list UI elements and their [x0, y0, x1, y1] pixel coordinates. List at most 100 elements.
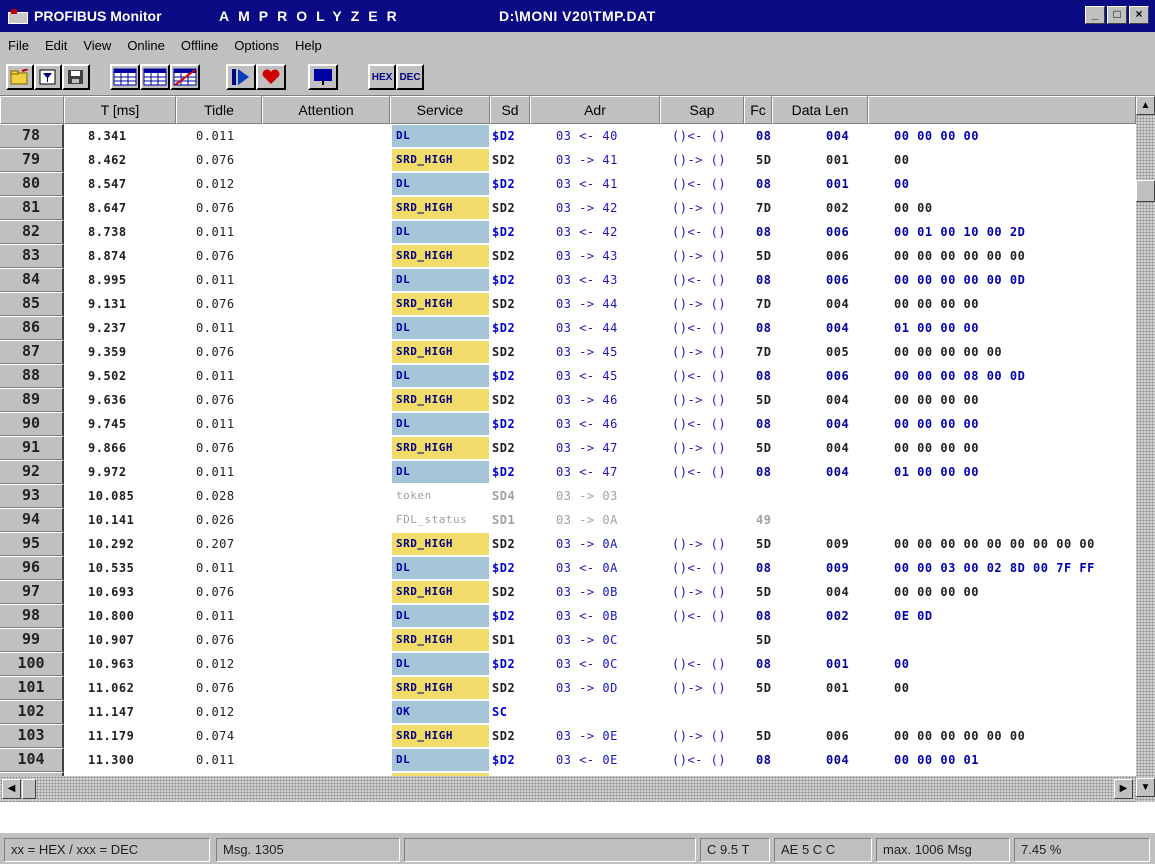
- header-tidle[interactable]: Tidle: [176, 96, 262, 124]
- cell-fc: 5D: [756, 729, 772, 743]
- row-number[interactable]: 90: [0, 412, 64, 436]
- filter-button[interactable]: [34, 64, 62, 90]
- table-clear-button[interactable]: [170, 64, 200, 90]
- table-row[interactable]: 96 10.535 0.011 DL $D2 03 <- 0A ()<- () 08 009 00…: [0, 556, 1136, 580]
- table-filter-button[interactable]: [140, 64, 170, 90]
- row-number[interactable]: 79: [0, 148, 64, 172]
- row-number[interactable]: 99: [0, 628, 64, 652]
- row-number[interactable]: 88: [0, 364, 64, 388]
- maximize-button[interactable]: □: [1107, 6, 1127, 24]
- table-row[interactable]: 78 8.341 0.011 DL $D2 03 <- 40 ()<- () 08 004 00 …: [0, 124, 1136, 148]
- scroll-up-button[interactable]: ▲: [1136, 96, 1155, 115]
- cell-data-len: 005: [826, 345, 850, 359]
- table-row[interactable]: 84 8.995 0.011 DL $D2 03 <- 43 ()<- () 08 006 00 …: [0, 268, 1136, 292]
- horizontal-scrollbar[interactable]: ◀ ▶: [0, 776, 1136, 802]
- play-button[interactable]: [226, 64, 256, 90]
- row-number[interactable]: 97: [0, 580, 64, 604]
- table-row[interactable]: 98 10.800 0.011 DL $D2 03 <- 0B ()<- () 08 002 0E…: [0, 604, 1136, 628]
- menu-view[interactable]: View: [83, 38, 111, 53]
- table-row[interactable]: 83 8.874 0.076 SRD_HIGH SD2 03 -> 43 ()-> () 5D…: [0, 244, 1136, 268]
- table-row[interactable]: 93 10.085 0.028 token SD4 03 -> 03: [0, 484, 1136, 508]
- row-number[interactable]: 86: [0, 316, 64, 340]
- menu-options[interactable]: Options: [234, 38, 279, 53]
- header-data[interactable]: [868, 96, 1136, 124]
- row-number[interactable]: 80: [0, 172, 64, 196]
- table-row[interactable]: 94 10.141 0.026 FDL_status SD1 03 -> 0A 49: [0, 508, 1136, 532]
- row-number[interactable]: 101: [0, 676, 64, 700]
- table-view-button[interactable]: [110, 64, 140, 90]
- save-button[interactable]: [62, 64, 90, 90]
- menu-offline[interactable]: Offline: [181, 38, 218, 53]
- header-time[interactable]: T [ms]: [64, 96, 176, 124]
- table-row[interactable]: 81 8.647 0.076 SRD_HIGH SD2 03 -> 42 ()-> () 7D…: [0, 196, 1136, 220]
- scroll-left-button[interactable]: ◀: [2, 779, 21, 799]
- vertical-scrollbar[interactable]: ▲ ▼: [1136, 96, 1155, 802]
- table-row[interactable]: 87 9.359 0.076 SRD_HIGH SD2 03 -> 45 ()-> () 7D…: [0, 340, 1136, 364]
- row-number[interactable]: 96: [0, 556, 64, 580]
- row-number[interactable]: 102: [0, 700, 64, 724]
- cell-adr: 03 -> 0D: [556, 681, 618, 695]
- row-number[interactable]: 94: [0, 508, 64, 532]
- row-number[interactable]: 87: [0, 340, 64, 364]
- header-sap[interactable]: Sap: [660, 96, 744, 124]
- row-number[interactable]: 93: [0, 484, 64, 508]
- row-number[interactable]: 91: [0, 436, 64, 460]
- stop-button[interactable]: [308, 64, 338, 90]
- open-file-button[interactable]: [6, 64, 34, 90]
- table-row[interactable]: 92 9.972 0.011 DL $D2 03 <- 47 ()<- () 08 004 01 …: [0, 460, 1136, 484]
- row-number[interactable]: 84: [0, 268, 64, 292]
- scroll-right-button[interactable]: ▶: [1114, 779, 1133, 799]
- row-number[interactable]: 103: [0, 724, 64, 748]
- row-number[interactable]: 95: [0, 532, 64, 556]
- row-number[interactable]: 100: [0, 652, 64, 676]
- close-button[interactable]: ×: [1129, 6, 1149, 24]
- header-sd[interactable]: Sd: [490, 96, 530, 124]
- table-row[interactable]: 91 9.866 0.076 SRD_HIGH SD2 03 -> 47 ()-> () 5D…: [0, 436, 1136, 460]
- minimize-button[interactable]: _: [1085, 6, 1105, 24]
- table-row[interactable]: 103 11.179 0.074 SRD_HIGH SD2 03 -> 0E ()-> ()…: [0, 724, 1136, 748]
- row-number[interactable]: 81: [0, 196, 64, 220]
- hex-button[interactable]: HEX: [368, 64, 396, 90]
- table-row[interactable]: 82 8.738 0.011 DL $D2 03 <- 42 ()<- () 08 006 00 …: [0, 220, 1136, 244]
- menu-help[interactable]: Help: [295, 38, 322, 53]
- row-number[interactable]: 104: [0, 748, 64, 772]
- cell-data: 00: [894, 153, 910, 167]
- header-adr[interactable]: Adr: [530, 96, 660, 124]
- horizontal-scroll-thumb[interactable]: [22, 779, 36, 799]
- table-row[interactable]: 104 11.300 0.011 DL $D2 03 <- 0E ()<- () 08 004 0…: [0, 748, 1136, 772]
- table-row[interactable]: 89 9.636 0.076 SRD_HIGH SD2 03 -> 46 ()-> () 5D…: [0, 388, 1136, 412]
- row-number[interactable]: 83: [0, 244, 64, 268]
- row-number[interactable]: 82: [0, 220, 64, 244]
- table-row[interactable]: 100 10.963 0.012 DL $D2 03 <- 0C ()<- () 08 001 0…: [0, 652, 1136, 676]
- table-row[interactable]: 80 8.547 0.012 DL $D2 03 <- 41 ()<- () 08 001 00: [0, 172, 1136, 196]
- row-number[interactable]: 92: [0, 460, 64, 484]
- table-row[interactable]: 99 10.907 0.076 SRD_HIGH SD1 03 -> 0C 5D: [0, 628, 1136, 652]
- cell-sd: $D2: [492, 129, 516, 143]
- table-row[interactable]: 102 11.147 0.012 OK SC: [0, 700, 1136, 724]
- table-row[interactable]: 86 9.237 0.011 DL $D2 03 <- 44 ()<- () 08 004 01 …: [0, 316, 1136, 340]
- table-row[interactable]: 95 10.292 0.207 SRD_HIGH SD2 03 -> 0A ()-> () 5…: [0, 532, 1136, 556]
- row-number[interactable]: 98: [0, 604, 64, 628]
- table-row[interactable]: 101 11.062 0.076 SRD_HIGH SD2 03 -> 0D ()-> ()…: [0, 676, 1136, 700]
- header-attention[interactable]: Attention: [262, 96, 390, 124]
- menu-file[interactable]: File: [8, 38, 29, 53]
- menu-online[interactable]: Online: [127, 38, 165, 53]
- table-row[interactable]: 79 8.462 0.076 SRD_HIGH SD2 03 -> 41 ()-> () 5D…: [0, 148, 1136, 172]
- row-number[interactable]: 89: [0, 388, 64, 412]
- row-number[interactable]: 85: [0, 292, 64, 316]
- table-row[interactable]: 88 9.502 0.011 DL $D2 03 <- 45 ()<- () 08 006 00 …: [0, 364, 1136, 388]
- menu-edit[interactable]: Edit: [45, 38, 67, 53]
- table-row[interactable]: 85 9.131 0.076 SRD_HIGH SD2 03 -> 44 ()-> () 7D…: [0, 292, 1136, 316]
- header-data-len[interactable]: Data Len: [772, 96, 868, 124]
- dec-button[interactable]: DEC: [396, 64, 424, 90]
- row-number[interactable]: 78: [0, 124, 64, 148]
- vertical-scroll-thumb[interactable]: [1136, 180, 1155, 202]
- scroll-down-button[interactable]: ▼: [1136, 778, 1155, 797]
- table-row[interactable]: 97 10.693 0.076 SRD_HIGH SD2 03 -> 0B ()-> () 5…: [0, 580, 1136, 604]
- cell-service: SRD_HIGH: [392, 533, 489, 555]
- trigger-button[interactable]: [256, 64, 286, 90]
- header-service[interactable]: Service: [390, 96, 490, 124]
- header-fc[interactable]: Fc: [744, 96, 772, 124]
- table-row[interactable]: 90 9.745 0.011 DL $D2 03 <- 46 ()<- () 08 004 00 …: [0, 412, 1136, 436]
- cell-data-len: 004: [826, 441, 850, 455]
